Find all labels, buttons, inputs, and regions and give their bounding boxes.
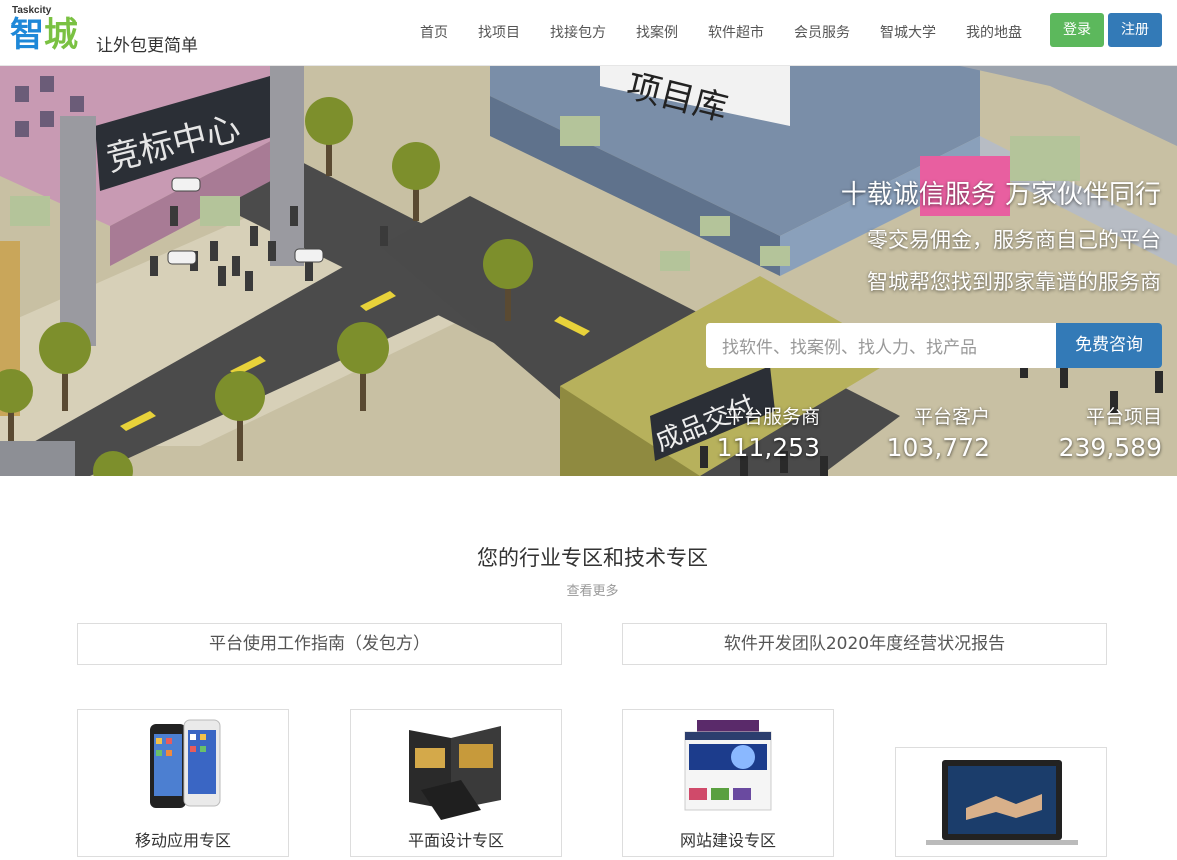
nav-find-contractors[interactable]: 找接包方 — [535, 0, 621, 66]
card-mobile-apps-label: 移动应用专区 — [134, 831, 231, 850]
search-input[interactable]: 找软件、找案例、找人力、找产品 — [706, 323, 1058, 368]
free-consult-button[interactable]: 免费咨询 — [1056, 323, 1162, 368]
guide-link-employer[interactable]: 平台使用工作指南（发包方） — [77, 623, 562, 665]
login-button[interactable]: 登录 — [1050, 13, 1104, 47]
card-mobile-apps[interactable]: 移动应用专区 — [77, 709, 289, 857]
stat-providers-label: 平台服务商 — [724, 406, 820, 428]
stat-customers-value: 103,772 — [886, 433, 990, 462]
register-button[interactable]: 注册 — [1108, 13, 1162, 47]
logo-chinese: 智城 — [10, 15, 78, 55]
nav-home[interactable]: 首页 — [405, 0, 463, 66]
stat-projects-label: 平台项目 — [1085, 406, 1162, 428]
card-partnership[interactable] — [895, 747, 1107, 857]
nav-my-space[interactable]: 我的地盘 — [951, 0, 1037, 66]
stat-projects-value: 239,589 — [1058, 433, 1162, 462]
nav-university[interactable]: 智城大学 — [865, 0, 951, 66]
guide-link-report-2020[interactable]: 软件开发团队2020年度经营状况报告 — [622, 623, 1107, 665]
card-web-building-label: 网站建设专区 — [679, 831, 776, 850]
stat-customers-label: 平台客户 — [913, 406, 990, 428]
hero-subline-commission: 零交易佣金，服务商自己的平台 — [867, 228, 1161, 252]
stat-customers: 平台客户 103,772 — [880, 402, 990, 462]
main-nav: 首页 找项目 找接包方 找案例 软件超市 会员服务 智城大学 我的地盘 — [405, 0, 1037, 66]
handshake-laptop-icon — [926, 760, 1078, 845]
section-title: 您的行业专区和技术专区 — [477, 546, 708, 570]
card-graphic-design-label: 平面设计专区 — [407, 831, 504, 850]
stat-providers: 平台服务商 111,253 — [710, 402, 820, 462]
view-more-link[interactable]: 查看更多 — [0, 580, 1177, 599]
nav-find-projects[interactable]: 找项目 — [463, 0, 535, 66]
card-graphic-design[interactable]: 平面设计专区 — [350, 709, 562, 857]
logo-slogan: 让外包更简单 — [96, 36, 198, 56]
nav-software-market[interactable]: 软件超市 — [693, 0, 779, 66]
hero-subline-reliable: 智城帮您找到那家靠谱的服务商 — [867, 270, 1161, 294]
nav-find-cases[interactable]: 找案例 — [621, 0, 693, 66]
site-header: Taskcity 智城 让外包更简单 首页 找项目 找接包方 找案例 软件超市 … — [0, 0, 1177, 66]
hero-banner: 竞标中心 项目库 成品交付 十载诚信服务 万家伙伴同行 零交易佣金，服务商自己的… — [0, 66, 1177, 476]
nav-membership[interactable]: 会员服务 — [779, 0, 865, 66]
card-web-building[interactable]: 网站建设专区 — [622, 709, 834, 857]
hero-headline: 十载诚信服务 万家伙伴同行 — [840, 180, 1161, 210]
site-logo[interactable]: Taskcity 智城 让外包更简单 — [10, 5, 220, 61]
stat-providers-value: 111,253 — [716, 433, 820, 462]
stat-projects: 平台项目 239,589 — [1052, 402, 1162, 462]
